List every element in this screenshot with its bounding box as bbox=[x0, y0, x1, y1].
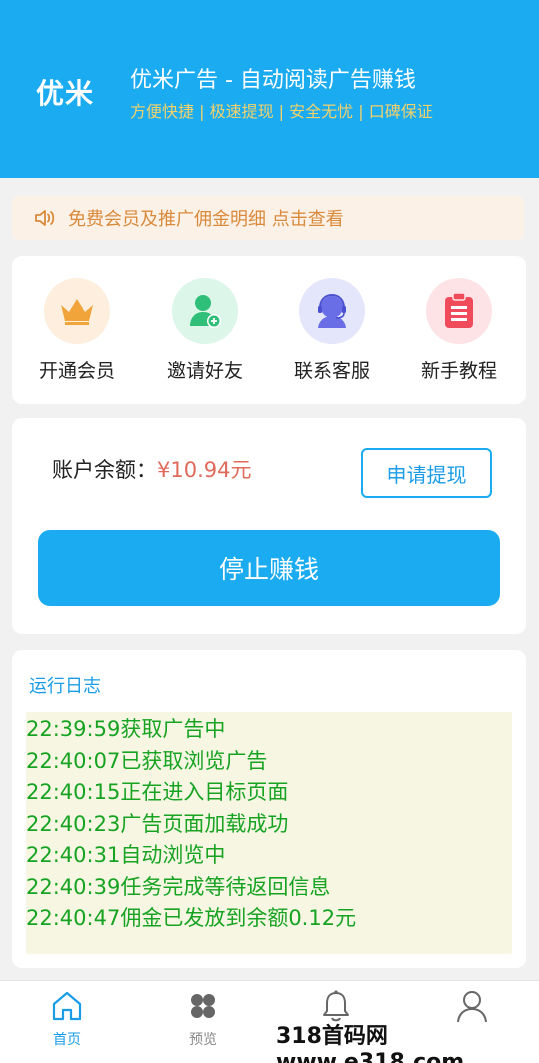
balance-label: 账户余额： bbox=[52, 458, 157, 482]
action-open-membership[interactable]: 开通会员 bbox=[22, 278, 132, 383]
nav-item-home[interactable]: 首页 bbox=[27, 987, 107, 1049]
run-log-card: 运行日志 22:39:59获取广告中 22:40:07已获取浏览广告 22:40… bbox=[12, 650, 526, 968]
quick-actions-card: 开通会员 邀请好友 联系客服 新手教程 bbox=[12, 256, 526, 404]
action-label: 新手教程 bbox=[420, 360, 497, 382]
nav-label: 首页 bbox=[53, 1032, 81, 1048]
action-contact-support[interactable]: 联系客服 bbox=[277, 278, 387, 383]
nav-item-preview[interactable]: 预览 bbox=[163, 987, 243, 1049]
clipboard-icon bbox=[426, 278, 492, 344]
action-beginner-tutorial[interactable]: 新手教程 bbox=[404, 278, 514, 383]
log-line: 22:40:47佣金已发放到余额0.12元 bbox=[26, 906, 357, 930]
log-box[interactable]: 22:39:59获取广告中 22:40:07已获取浏览广告 22:40:15正在… bbox=[26, 712, 512, 954]
balance-row: 账户余额：¥10.94元 bbox=[52, 454, 251, 484]
log-line: 22:40:07已获取浏览广告 bbox=[26, 748, 268, 773]
action-invite-friends[interactable]: 邀请好友 bbox=[150, 278, 260, 383]
home-icon bbox=[27, 987, 107, 1025]
app-title: 优米广告 - 自动阅读广告赚钱 bbox=[130, 68, 416, 93]
nav-label: 预览 bbox=[189, 1032, 217, 1048]
app-logo: 优米 bbox=[36, 77, 95, 110]
action-label: 联系客服 bbox=[293, 360, 370, 382]
crown-icon bbox=[44, 278, 110, 344]
balance-card: 账户余额：¥10.94元 申请提现 停止赚钱 bbox=[12, 418, 526, 634]
apps-icon bbox=[163, 987, 243, 1025]
log-line: 22:39:59获取广告中 bbox=[26, 717, 226, 741]
log-line: 22:40:23广告页面加载成功 bbox=[26, 811, 289, 836]
log-line: 22:40:39任务完成等待返回信息 bbox=[26, 874, 331, 899]
add-user-icon bbox=[172, 278, 238, 344]
log-line: 22:40:15正在进入目标页面 bbox=[26, 780, 289, 804]
action-label: 邀请好友 bbox=[166, 360, 243, 382]
notice-text: 免费会员及推广佣金明细 点击查看 bbox=[68, 209, 344, 230]
balance-value: ¥10.94元 bbox=[157, 458, 252, 482]
log-title: 运行日志 bbox=[29, 676, 101, 697]
app-header: 优米 优米广告 - 自动阅读广告赚钱 方便快捷 | 极速提现 | 安全无忧 | … bbox=[0, 0, 539, 178]
app-subtitle: 方便快捷 | 极速提现 | 安全无忧 | 口碑保证 bbox=[130, 102, 433, 121]
withdraw-button[interactable]: 申请提现 bbox=[361, 448, 492, 498]
site-watermark: 318首码网 www.e318.com bbox=[276, 1024, 539, 1063]
customer-service-icon bbox=[299, 278, 365, 344]
stop-earning-button[interactable]: 停止赚钱 bbox=[38, 530, 500, 606]
notice-bar[interactable]: 免费会员及推广佣金明细 点击查看 bbox=[12, 196, 524, 240]
speaker-icon bbox=[35, 210, 55, 226]
log-line: 22:40:31自动浏览中 bbox=[26, 843, 226, 867]
action-label: 开通会员 bbox=[38, 360, 115, 382]
